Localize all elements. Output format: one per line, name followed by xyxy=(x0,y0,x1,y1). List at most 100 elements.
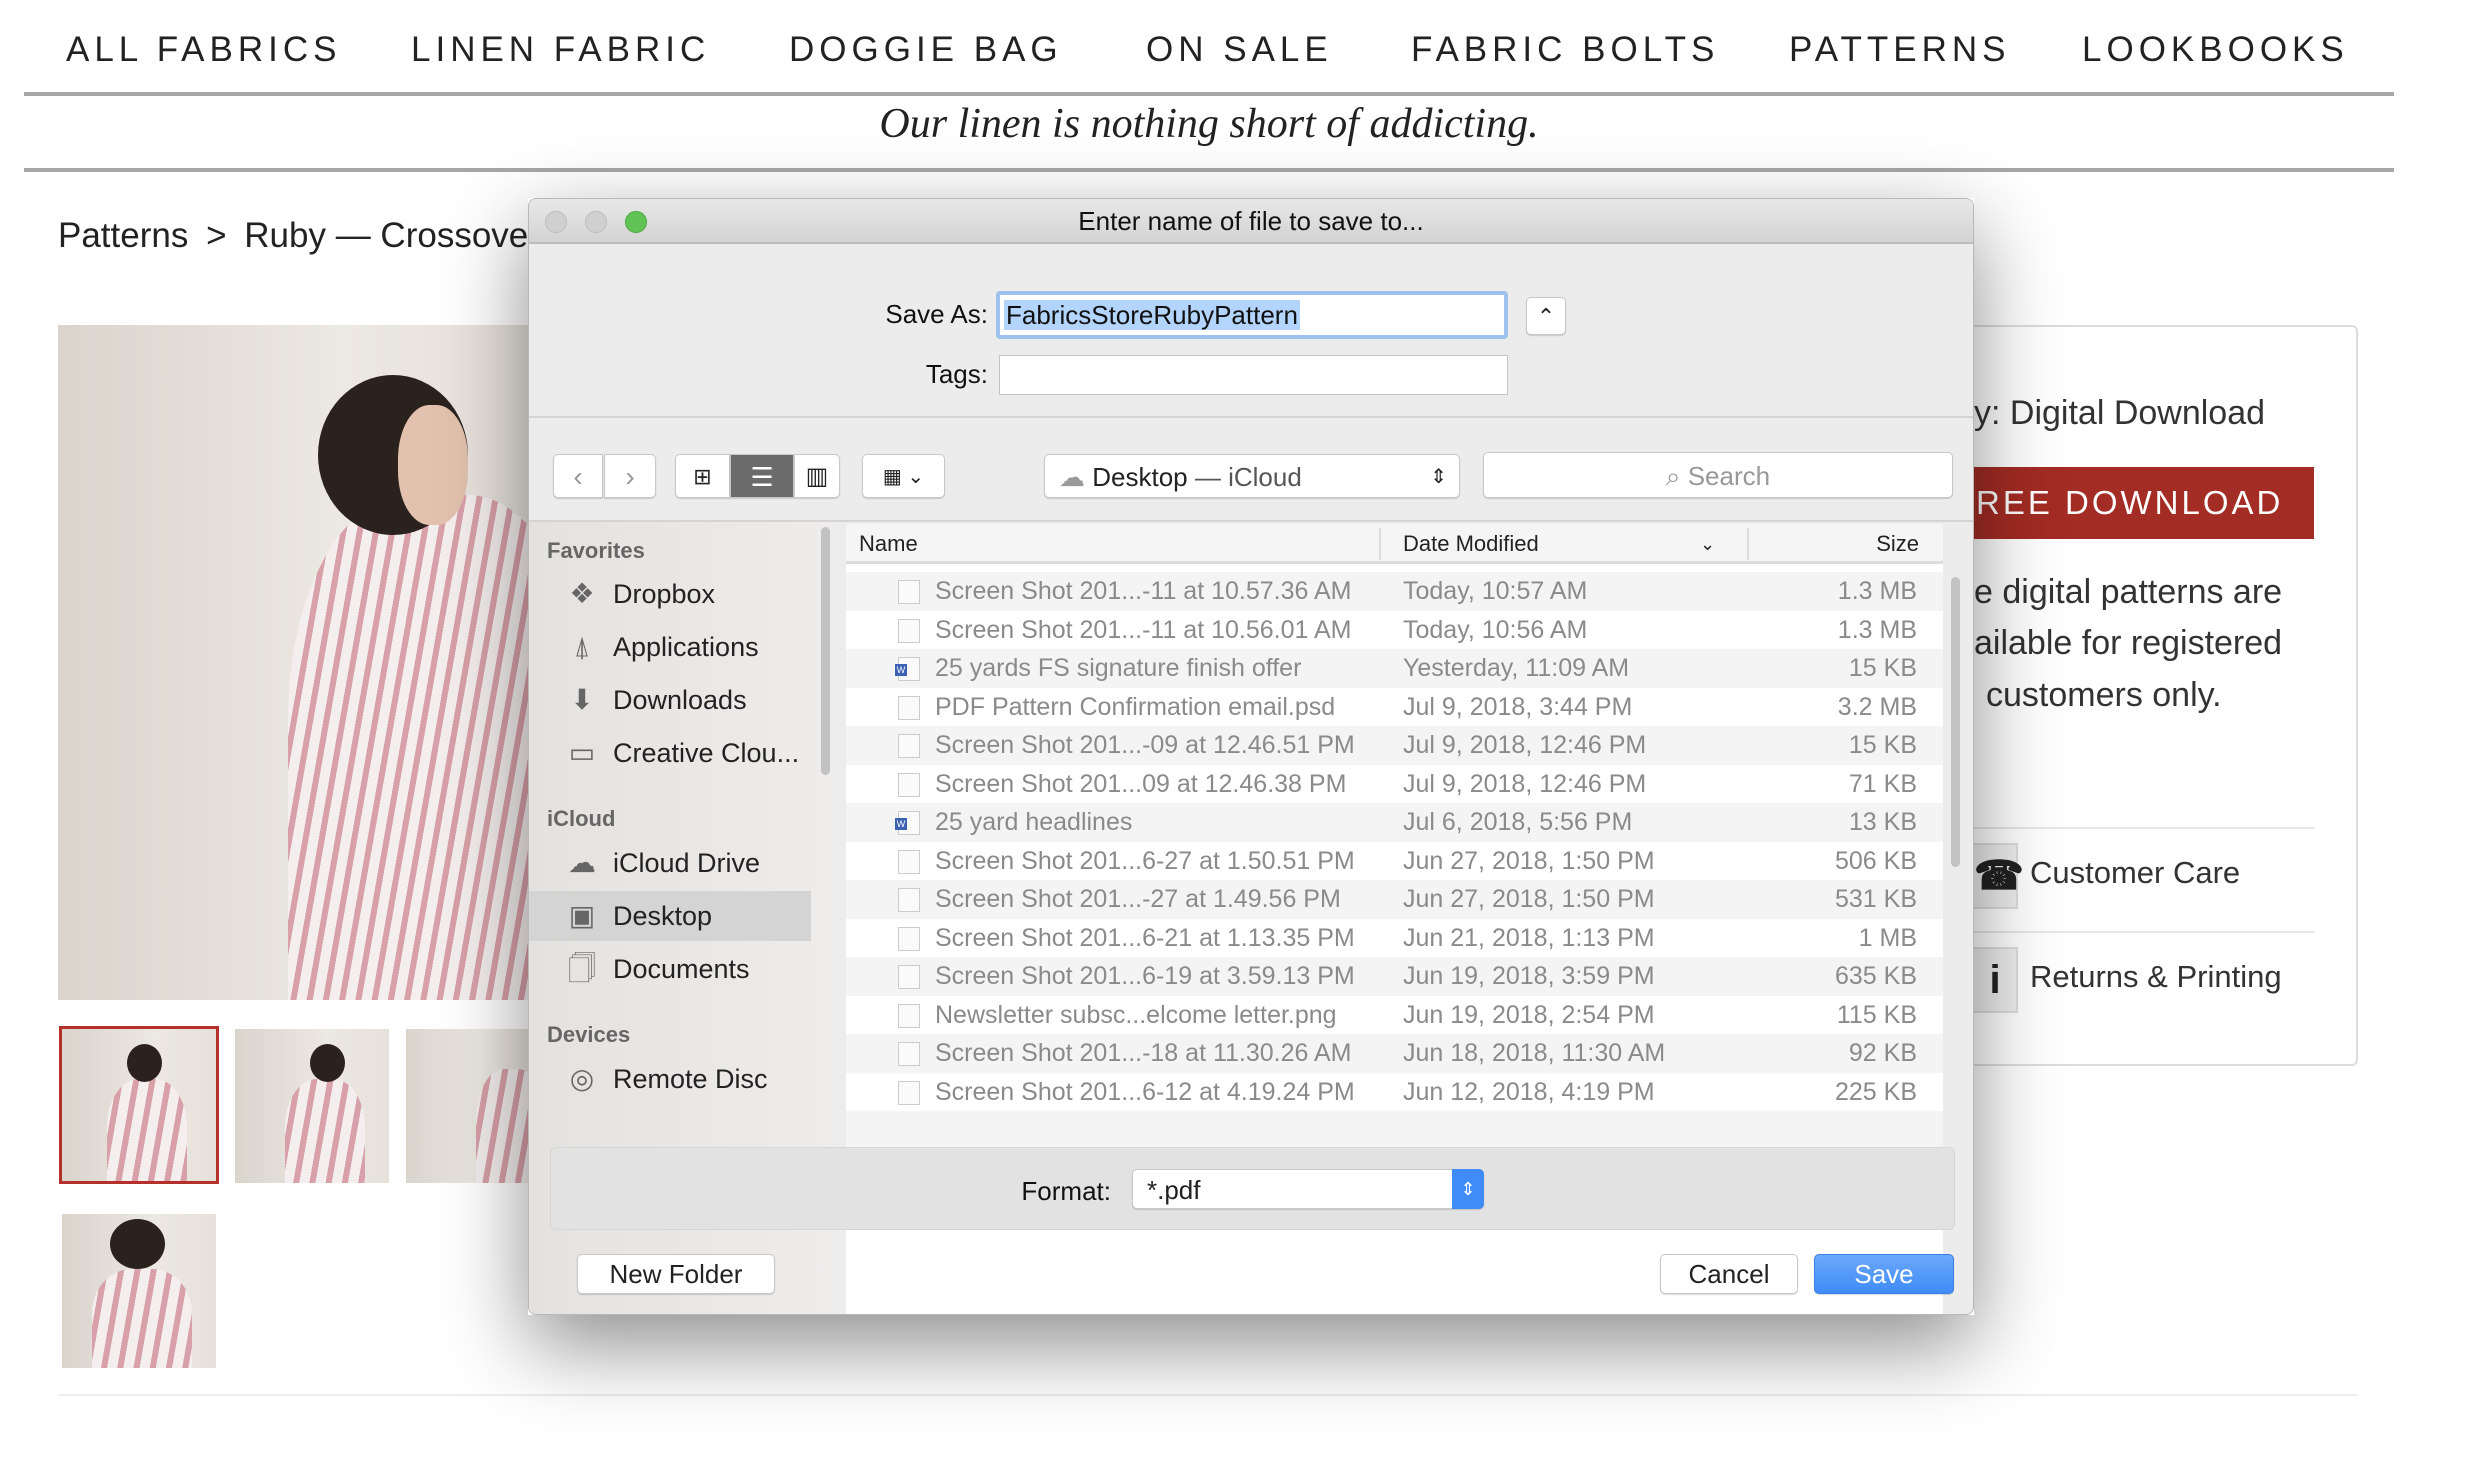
documents-icon: 🗍 xyxy=(568,953,596,984)
nav-on-sale[interactable]: ON SALE xyxy=(1146,30,1333,70)
search-input[interactable]: ⌕ Search xyxy=(1483,452,1953,498)
file-row[interactable]: Screen Shot 201...6-12 at 4.19.24 PM Jun… xyxy=(846,1073,1943,1112)
file-row[interactable]: PDF Pattern Confirmation email.psd Jul 9… xyxy=(846,688,1943,727)
sidebar-item-icloud-drive[interactable]: ☁ iCloud Drive xyxy=(529,838,811,888)
save-button[interactable]: Save xyxy=(1814,1254,1954,1294)
breadcrumb-patterns[interactable]: Patterns xyxy=(58,216,188,255)
nav-fabric-bolts[interactable]: FABRIC BOLTS xyxy=(1411,30,1719,70)
group-button[interactable]: ▦ ⌄ xyxy=(862,454,945,498)
sidebar-scrollbar[interactable] xyxy=(821,527,830,775)
devices-header: Devices xyxy=(547,1022,631,1047)
file-row[interactable]: Screen Shot 201...-11 at 10.56.01 AM Tod… xyxy=(846,611,1943,650)
sidebar-item-applications[interactable]: ⍋ Applications xyxy=(529,622,811,672)
nav-all-fabrics[interactable]: ALL FABRICS xyxy=(66,30,341,70)
file-row[interactable]: Screen Shot 201...-18 at 11.30.26 AM Jun… xyxy=(846,1034,1943,1073)
dialog-title: Enter name of file to save to... xyxy=(1078,206,1424,236)
column-name[interactable]: Name xyxy=(859,524,918,564)
file-row[interactable]: Screen Shot 201...6-19 at 3.59.13 PM Jun… xyxy=(846,957,1943,996)
group-icon: ▦ ⌄ xyxy=(882,466,925,488)
close-button[interactable] xyxy=(545,211,567,233)
cancel-button[interactable]: Cancel xyxy=(1660,1254,1798,1294)
file-size: 1.3 MB xyxy=(1837,615,1917,644)
thumbnail[interactable] xyxy=(406,1029,528,1183)
location-name: Desktop xyxy=(1092,462,1188,492)
chevron-right-icon: › xyxy=(625,461,635,492)
nav-patterns[interactable]: PATTERNS xyxy=(1789,30,2011,70)
sidebar-item-downloads[interactable]: ⬇ Downloads xyxy=(529,675,811,725)
info-icon: i xyxy=(1974,947,2018,1013)
column-date-modified[interactable]: Date Modified xyxy=(1403,524,1539,564)
file-size: 225 KB xyxy=(1834,1077,1917,1106)
returns-printing-link[interactable]: Returns & Printing xyxy=(2030,959,2282,995)
sidebar-item-documents[interactable]: 🗍 Documents xyxy=(529,944,811,994)
list-view-button[interactable]: ☰ xyxy=(730,454,794,498)
divider xyxy=(24,92,2394,96)
thumbnail[interactable] xyxy=(235,1029,389,1183)
file-date: Jun 27, 2018, 1:50 PM xyxy=(1403,846,1655,875)
file-icon xyxy=(898,849,920,874)
file-row[interactable]: Screen Shot 201...6-27 at 1.50.51 PM Jun… xyxy=(846,842,1943,881)
file-row[interactable]: 25 yard headlines Jul 6, 2018, 5:56 PM 1… xyxy=(846,803,1943,842)
forward-button[interactable]: › xyxy=(604,454,656,498)
sidebar-item-dropbox[interactable]: ❖ Dropbox xyxy=(529,569,811,619)
location-popup[interactable]: ☁ Desktop — iCloud ⇕ xyxy=(1044,454,1460,498)
sidebar-item-desktop[interactable]: ▣ Desktop xyxy=(529,891,811,941)
disc-icon: ◎ xyxy=(569,1063,595,1094)
desktop-icon: ▣ xyxy=(568,900,596,931)
file-size: 506 KB xyxy=(1834,846,1917,875)
nav-lookbooks[interactable]: LOOKBOOKS xyxy=(2082,30,2349,70)
tags-label: Tags: xyxy=(925,359,988,389)
file-date: Jun 12, 2018, 4:19 PM xyxy=(1403,1077,1655,1106)
list-scrollbar[interactable] xyxy=(1951,577,1960,867)
product-image[interactable] xyxy=(58,325,528,1000)
file-name: Screen Shot 201...-18 at 11.30.26 AM xyxy=(935,1039,1352,1067)
file-row[interactable]: Newsletter subsc...elcome letter.png Jun… xyxy=(846,996,1943,1035)
file-name: 25 yard headlines xyxy=(935,808,1133,836)
nav-doggie-bag[interactable]: DOGGIE BAG xyxy=(789,30,1063,70)
minimize-button[interactable] xyxy=(585,211,607,233)
columns-icon: ▥ xyxy=(805,463,829,490)
chevron-left-icon: ‹ xyxy=(573,461,583,492)
column-view-button[interactable]: ▥ xyxy=(794,454,840,498)
back-button[interactable]: ‹ xyxy=(553,454,603,498)
file-icon xyxy=(898,888,920,912)
file-size: 115 KB xyxy=(1836,1000,1917,1029)
zoom-button[interactable] xyxy=(625,211,647,233)
new-folder-button[interactable]: New Folder xyxy=(577,1254,775,1294)
file-row[interactable]: Screen Shot 201...09 at 12.46.38 PM Jul … xyxy=(846,765,1943,804)
divider xyxy=(24,168,2394,172)
location-suffix: — iCloud xyxy=(1194,462,1302,492)
file-row[interactable]: Screen Shot 201...-09 at 12.46.51 PM Jul… xyxy=(846,726,1943,765)
file-row[interactable]: Screen Shot 201...-27 at 1.49.56 PM Jun … xyxy=(846,880,1943,919)
chevron-up-icon: ⌃ xyxy=(1536,304,1556,329)
divider xyxy=(1974,827,2314,829)
column-size[interactable]: Size xyxy=(1876,524,1919,564)
file-date: Jun 27, 2018, 1:50 PM xyxy=(1403,885,1655,913)
customer-care-link[interactable]: Customer Care xyxy=(2030,855,2240,891)
expand-collapse-button[interactable]: ⌃ xyxy=(1526,297,1566,335)
thumbnail[interactable] xyxy=(62,1214,216,1368)
file-row[interactable] xyxy=(846,1111,1943,1150)
list-header: Name Date Modified ⌄ Size xyxy=(846,524,1943,564)
file-row[interactable]: Screen Shot 201...6-21 at 1.13.35 PM Jun… xyxy=(846,919,1943,958)
file-row[interactable]: Screen Shot 201...-11 at 10.57.36 AM Tod… xyxy=(846,572,1943,611)
file-row[interactable]: 25 yards FS signature finish offer Yeste… xyxy=(846,649,1943,688)
nav-linen-fabric[interactable]: LINEN FABRIC xyxy=(411,30,710,70)
file-date: Jul 9, 2018, 12:46 PM xyxy=(1403,769,1647,798)
save-as-value: FabricsStoreRubyPattern xyxy=(1004,300,1300,330)
file-date: Jul 9, 2018, 3:44 PM xyxy=(1403,692,1633,721)
free-download-button[interactable]: REE DOWNLOAD xyxy=(1974,467,2314,539)
file-date: Today, 10:56 AM xyxy=(1403,615,1588,644)
tags-input[interactable] xyxy=(999,355,1508,395)
file-size: 15 KB xyxy=(1848,654,1917,682)
list-icon: ☰ xyxy=(750,462,774,492)
save-as-input[interactable]: FabricsStoreRubyPattern xyxy=(996,291,1508,339)
file-icon xyxy=(895,811,920,835)
thumbnail-selected[interactable] xyxy=(59,1026,219,1184)
file-size: 531 KB xyxy=(1834,885,1917,913)
format-select[interactable]: *.pdf ⇕ xyxy=(1132,1169,1484,1209)
sidebar-item-remote-disc[interactable]: ◎ Remote Disc xyxy=(529,1054,811,1104)
file-date: Jul 6, 2018, 5:56 PM xyxy=(1403,808,1633,836)
icon-view-button[interactable]: ⊞ xyxy=(675,454,730,498)
sidebar-item-creative-cloud[interactable]: ▭ Creative Clou... xyxy=(529,728,811,778)
